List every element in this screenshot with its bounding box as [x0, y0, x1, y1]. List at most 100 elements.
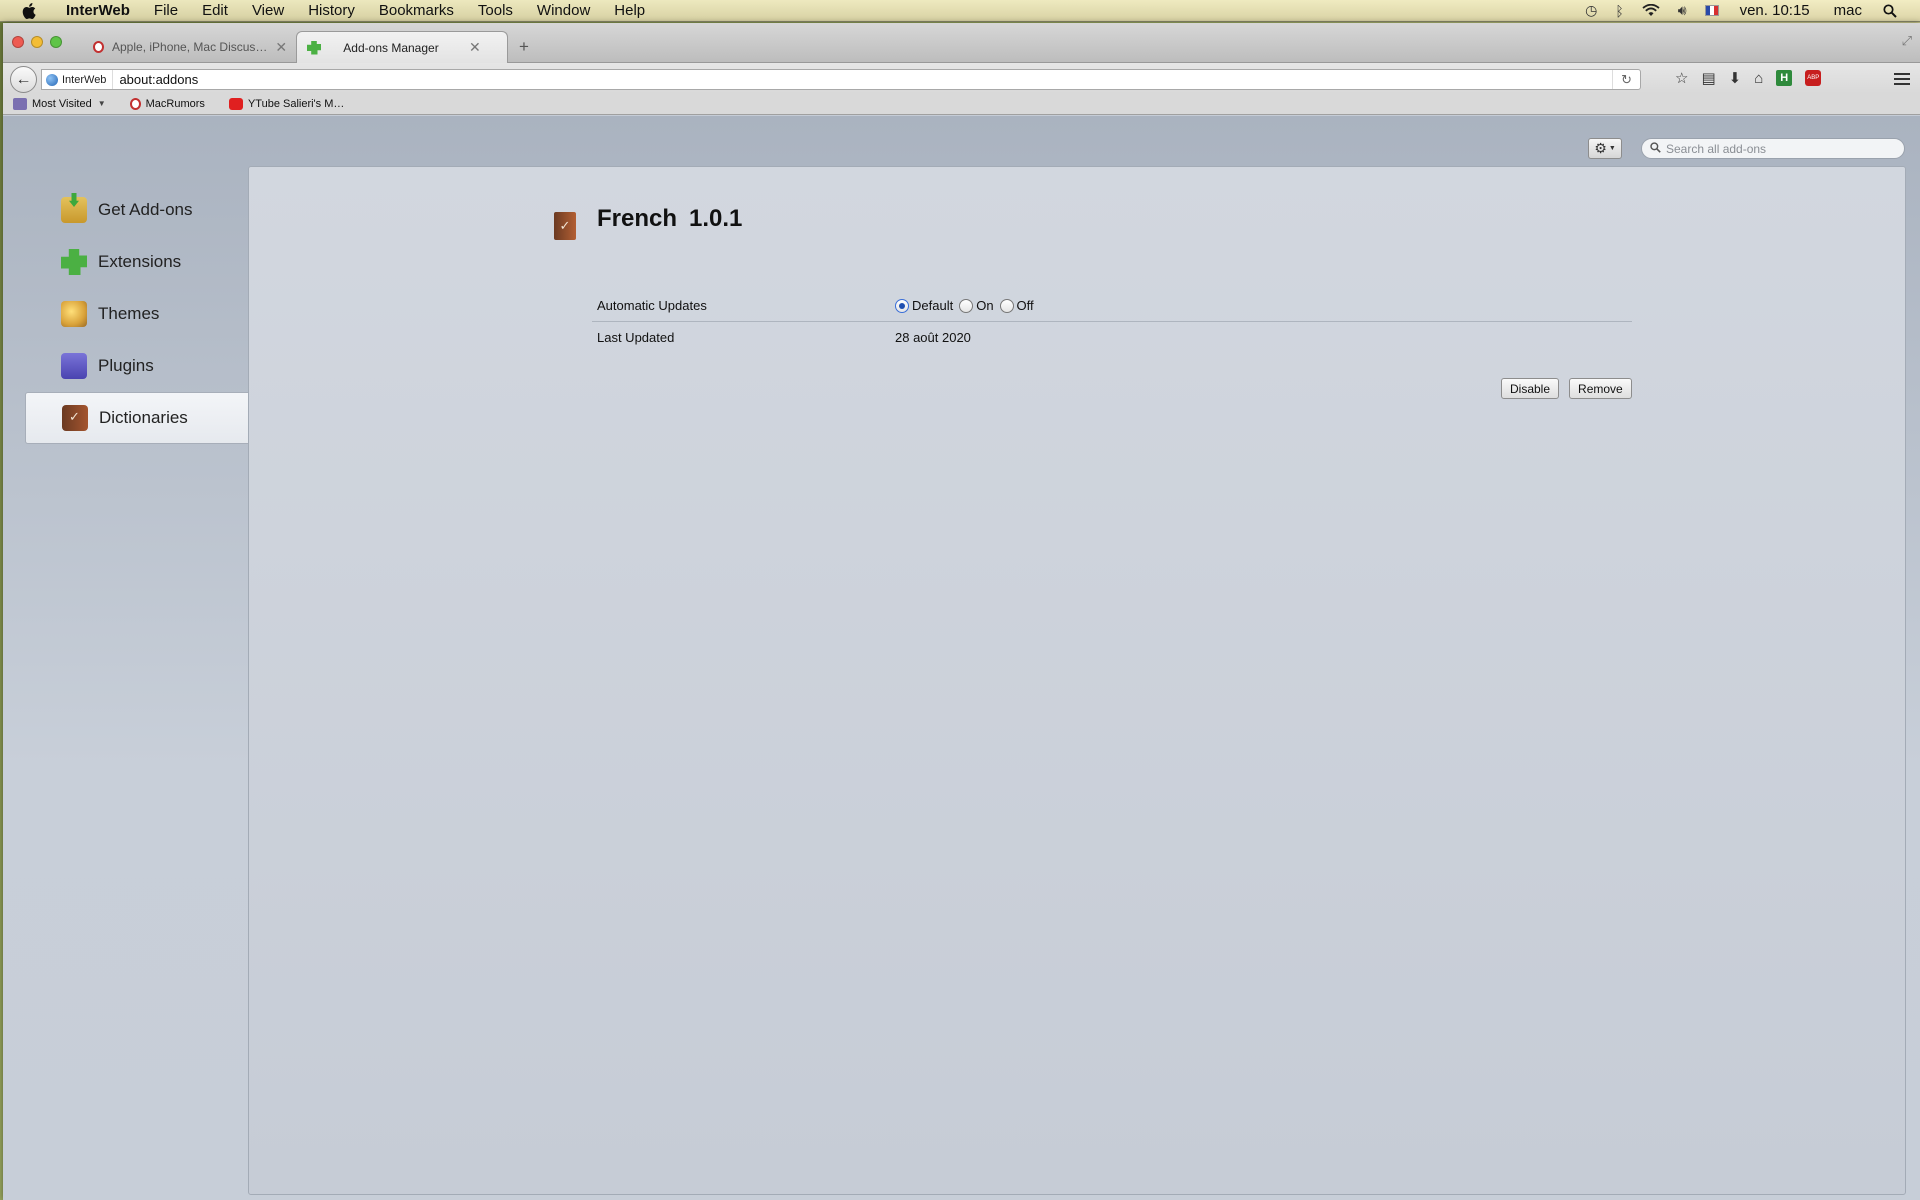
- menu-history[interactable]: History: [296, 2, 367, 19]
- sidebar-item-get-addons[interactable]: Get Add-ons: [25, 184, 249, 236]
- bookmark-most-visited[interactable]: Most Visited ▼: [13, 97, 106, 110]
- menu-tools[interactable]: Tools: [466, 2, 525, 19]
- menubar-clock[interactable]: ven. 10:15: [1740, 2, 1810, 19]
- get-addons-icon: [61, 197, 87, 223]
- back-button[interactable]: ←: [10, 66, 37, 93]
- close-tab-icon[interactable]: ✕: [469, 39, 481, 56]
- menu-app-name[interactable]: InterWeb: [54, 2, 142, 19]
- bookmark-macrumors[interactable]: MacRumors: [129, 97, 205, 110]
- folder-icon: [13, 97, 27, 110]
- last-updated-row: Last Updated 28 août 2020: [592, 321, 1632, 352]
- chevron-down-icon: ▼: [1608, 145, 1616, 152]
- spotlight-icon[interactable]: [1883, 3, 1897, 18]
- tab-macrumors[interactable]: Apple, iPhone, Mac Discus… ✕: [93, 31, 293, 63]
- sidebar-item-label: Dictionaries: [99, 408, 188, 427]
- bookmark-star-icon[interactable]: ☆: [1675, 69, 1688, 87]
- search-icon: [1650, 141, 1661, 156]
- radio-unselected-icon: [959, 298, 974, 313]
- zoom-window-button[interactable]: [50, 36, 62, 48]
- close-tab-icon[interactable]: ✕: [275, 39, 287, 56]
- system-menubar: InterWeb File Edit View History Bookmark…: [0, 0, 1920, 22]
- radio-unselected-icon: [999, 298, 1014, 313]
- addon-name: French: [597, 205, 678, 232]
- puzzle-icon: [61, 249, 87, 275]
- radio-label: Off: [1016, 298, 1034, 313]
- time-machine-icon[interactable]: ◷: [1585, 2, 1597, 19]
- hamburger-menu-icon[interactable]: [1894, 70, 1910, 88]
- bookmark-youtube[interactable]: YTube Salieri's M…: [228, 97, 345, 110]
- fullscreen-icon[interactable]: ⤢: [1902, 33, 1912, 49]
- radio-label: On: [976, 298, 994, 313]
- bluetooth-icon[interactable]: ᛒ: [1615, 3, 1623, 19]
- tab-addons-manager[interactable]: Add-ons Manager ✕: [296, 31, 508, 63]
- browser-window: Apple, iPhone, Mac Discus… ✕ Add-ons Man…: [3, 23, 1920, 1200]
- sidebar-item-label: Get Add-ons: [98, 200, 193, 219]
- chevron-down-icon: ▼: [97, 99, 106, 108]
- auto-update-on-radio[interactable]: On: [959, 298, 994, 313]
- menu-view[interactable]: View: [240, 2, 296, 19]
- addon-preferences: Automatic Updates Default On Off Last Up…: [592, 290, 1632, 352]
- auto-update-default-radio[interactable]: Default: [895, 298, 953, 313]
- bookmarks-menu-icon[interactable]: ▤: [1701, 69, 1715, 87]
- bookmarks-toolbar: Most Visited ▼ MacRumors YTube Salieri's…: [3, 93, 1920, 115]
- downloads-icon[interactable]: ⬇: [1729, 69, 1742, 87]
- home-icon[interactable]: ⌂: [1754, 70, 1763, 87]
- auto-update-off-radio[interactable]: Off: [999, 298, 1034, 313]
- sidebar-item-label: Themes: [98, 304, 160, 323]
- bookmark-label: Most Visited: [32, 97, 92, 110]
- menu-window[interactable]: Window: [525, 2, 602, 19]
- remove-button[interactable]: Remove: [1569, 378, 1632, 399]
- menubar-user[interactable]: mac: [1834, 2, 1862, 19]
- sidebar-item-label: Extensions: [98, 252, 182, 271]
- tools-gear-button[interactable]: ⚙ ▼: [1588, 138, 1622, 159]
- h-extension-icon[interactable]: H: [1776, 70, 1793, 86]
- window-controls: [12, 36, 62, 48]
- volume-icon[interactable]: 🔊︎: [1678, 2, 1687, 19]
- category-sidebar: Get Add-ons Extensions Themes Plugins Di…: [3, 184, 249, 444]
- navigation-toolbar: ← InterWeb about:addons ↻ ☆ ▤ ⬇ ⌂ H ABP: [3, 63, 1920, 93]
- input-source-flag-icon[interactable]: [1704, 5, 1719, 16]
- menu-bookmarks[interactable]: Bookmarks: [367, 2, 466, 19]
- macrumors-icon: [129, 97, 141, 110]
- close-window-button[interactable]: [12, 36, 24, 48]
- puzzle-favicon-icon: [307, 40, 321, 55]
- globe-icon: [46, 73, 58, 86]
- search-addons-input[interactable]: Search all add-ons: [1641, 138, 1905, 159]
- menu-file[interactable]: File: [142, 2, 190, 19]
- gear-icon: ⚙: [1594, 140, 1607, 156]
- search-placeholder: Search all add-ons: [1666, 141, 1767, 156]
- new-tab-button[interactable]: +: [519, 37, 529, 57]
- addon-detail-panel: ✓ French 1.0.1 Automatic Updates Default …: [248, 166, 1906, 1195]
- bookmark-label: MacRumors: [145, 97, 205, 110]
- menubar-status-area: ◷ ᛒ 🔊︎ ven. 10:15 mac: [1576, 0, 1920, 22]
- adblock-icon[interactable]: ABP: [1805, 70, 1822, 86]
- menu-edit[interactable]: Edit: [190, 2, 240, 19]
- macrumors-favicon-icon: [93, 41, 104, 53]
- sidebar-item-extensions[interactable]: Extensions: [25, 236, 249, 288]
- sidebar-item-plugins[interactable]: Plugins: [25, 340, 249, 392]
- plugin-brick-icon: [61, 353, 87, 379]
- url-input[interactable]: about:addons: [113, 72, 198, 87]
- wifi-icon[interactable]: [1642, 4, 1660, 17]
- minimize-window-button[interactable]: [31, 36, 43, 48]
- addons-manager-page: ⚙ ▼ Search all add-ons Get Add-ons Exten…: [3, 116, 1920, 1200]
- apple-logo-icon[interactable]: [18, 2, 40, 19]
- automatic-updates-label: Automatic Updates: [597, 298, 707, 313]
- sidebar-item-themes[interactable]: Themes: [25, 288, 249, 340]
- radio-label: Default: [912, 298, 954, 313]
- last-updated-value: 28 août 2020: [895, 329, 971, 345]
- palette-icon: [61, 301, 87, 327]
- reload-icon[interactable]: ↻: [1612, 70, 1640, 89]
- menu-help[interactable]: Help: [602, 2, 657, 19]
- tab-label: Add-ons Manager: [343, 40, 439, 55]
- site-identity-button[interactable]: InterWeb: [42, 70, 114, 89]
- url-bar[interactable]: InterWeb about:addons ↻: [41, 69, 1641, 90]
- bookmark-label: YTube Salieri's M…: [247, 97, 345, 110]
- addon-version: 1.0.1: [689, 205, 743, 232]
- disable-button[interactable]: Disable: [1501, 378, 1560, 399]
- identity-label: InterWeb: [62, 73, 107, 86]
- addon-title: French 1.0.1: [597, 205, 742, 233]
- sidebar-item-dictionaries[interactable]: Dictionaries: [25, 392, 249, 444]
- dictionary-book-icon: ✓: [554, 212, 576, 240]
- last-updated-label: Last Updated: [597, 329, 675, 345]
